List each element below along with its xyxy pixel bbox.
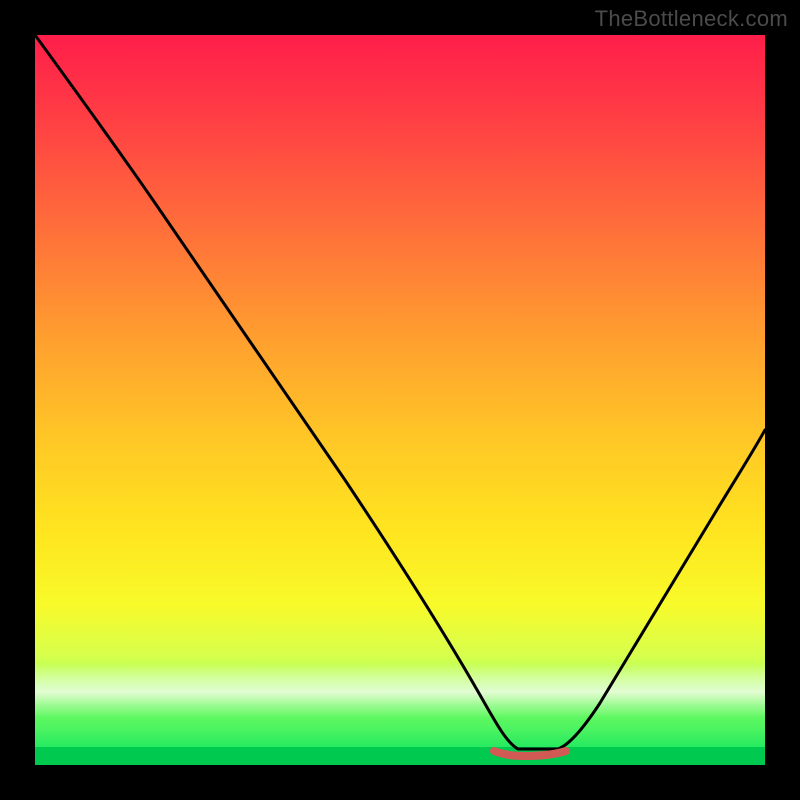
watermark-text: TheBottleneck.com: [595, 6, 788, 32]
chart-frame: TheBottleneck.com: [0, 0, 800, 800]
optimal-range-marker: [494, 751, 566, 756]
bottleneck-curve: [35, 35, 765, 749]
curve-layer: [35, 35, 765, 765]
plot-area: [35, 35, 765, 765]
